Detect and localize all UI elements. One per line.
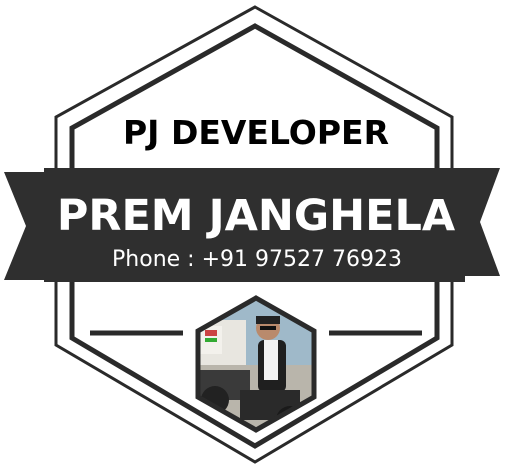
developer-badge: PJ DEVELOPER PREM JANGHELA Phone : +91 9… [4, 5, 500, 464]
person-on-motorcycle-photo [198, 298, 314, 430]
person-name: PREM JANGHELA [57, 191, 456, 241]
company-title: PJ DEVELOPER [123, 113, 389, 152]
phone-number: Phone : +91 97527 76923 [112, 247, 402, 272]
